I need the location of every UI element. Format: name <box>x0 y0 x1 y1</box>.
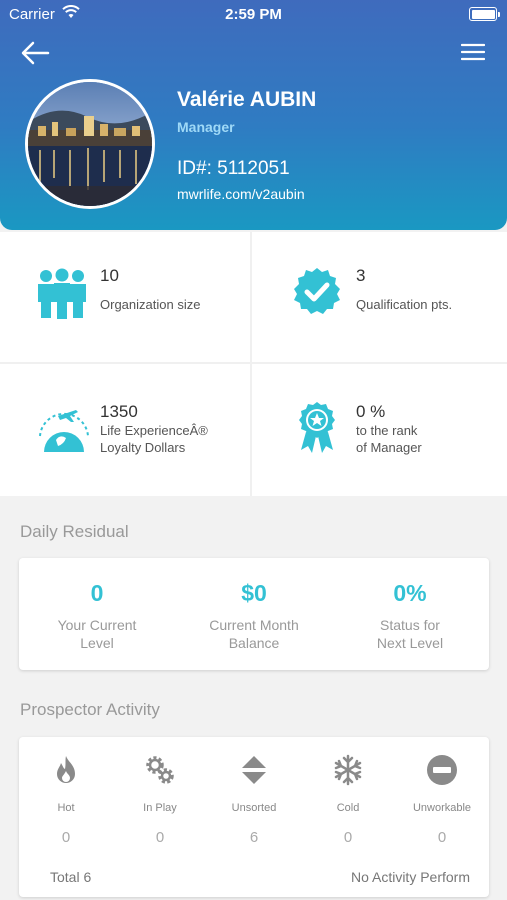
hamburger-menu-icon[interactable] <box>461 42 485 62</box>
airplane-globe-icon <box>39 410 89 452</box>
battery-icon <box>469 7 500 21</box>
stat-label: to the rank of Manager <box>356 423 422 455</box>
stat-organization-size[interactable]: 10 Organization size <box>0 232 250 362</box>
residual-next-level-status: 0% Status for Next Level <box>332 558 488 652</box>
prospector-label: Cold <box>336 802 360 814</box>
stat-value: 0 % <box>356 402 386 421</box>
prospector-count: 0 <box>61 829 71 846</box>
clock: 2:59 PM <box>225 6 282 23</box>
flame-icon <box>57 756 75 783</box>
prospector-label: In Play <box>143 802 177 814</box>
snowflake-icon <box>334 754 362 786</box>
residual-label: Your Current Level <box>57 617 137 651</box>
stat-loyalty-dollars[interactable]: 1350 Life ExperienceÂ® Loyalty Dollars <box>0 364 250 494</box>
residual-current-level: 0 Your Current Level <box>19 558 175 652</box>
stat-value: 1350 <box>100 402 138 421</box>
prospector-count: 6 <box>249 829 259 846</box>
daily-residual-card: 0 Your Current Level $0 Current Month Bala… <box>19 558 489 670</box>
profile-id: ID#: 5112051 <box>177 158 290 179</box>
prospector-activity-title: Prospector Activity <box>20 700 160 719</box>
profile-role: Manager <box>177 119 235 135</box>
prospector-label: Unworkable <box>412 802 472 814</box>
prospector-total: Total 6 <box>50 869 92 885</box>
award-ribbon-icon <box>299 402 335 453</box>
profile-header: Carrier 2:59 PM Valérie AUBIN Manager ID… <box>0 0 507 230</box>
residual-month-balance: $0 Current Month Balance <box>176 558 332 652</box>
residual-value: $0 <box>241 580 267 606</box>
prospector-count: 0 <box>437 829 447 846</box>
profile-name: Valérie AUBIN <box>177 88 317 111</box>
stat-value: 10 <box>100 266 119 285</box>
stats-grid: 10 Organization size 3 Qualification pts… <box>0 232 507 496</box>
prospector-label: Unsorted <box>231 802 277 814</box>
profile-url[interactable]: mwrlife.com/v2aubin <box>177 186 305 202</box>
team-icon <box>38 268 86 319</box>
minus-circle-icon <box>427 755 457 785</box>
residual-label: Status for Next Level <box>376 617 444 651</box>
daily-residual-title: Daily Residual <box>20 522 129 541</box>
stat-qualification-points[interactable]: 3 Qualification pts. <box>252 232 502 362</box>
up-down-arrows-icon <box>242 756 266 784</box>
prospector-label: Hot <box>57 802 75 814</box>
stat-label: Organization size <box>100 297 201 312</box>
stat-rank-progress[interactable]: 0 % to the rank of Manager <box>252 364 502 494</box>
avatar-photo <box>28 82 152 206</box>
residual-label: Current Month Balance <box>209 617 299 651</box>
prospector-activity-card: Hot 0 In Play 0 Unsorted 6 Cold 0 Unwork… <box>19 737 489 897</box>
status-bar: Carrier 2:59 PM <box>0 0 507 30</box>
stat-value: 3 <box>356 266 366 285</box>
stat-label: Qualification pts. <box>356 297 453 312</box>
prospector-status: No Activity Perform <box>350 869 470 885</box>
gears-icon <box>146 756 174 784</box>
avatar[interactable] <box>25 79 155 209</box>
stat-label: Life ExperienceÂ® Loyalty Dollars <box>100 423 208 455</box>
residual-value: 0 <box>90 580 104 606</box>
check-badge-icon <box>294 268 340 314</box>
residual-value: 0% <box>393 580 427 606</box>
prospector-count: 0 <box>343 829 353 846</box>
prospector-count: 0 <box>155 829 165 846</box>
back-arrow-icon[interactable] <box>20 40 50 66</box>
